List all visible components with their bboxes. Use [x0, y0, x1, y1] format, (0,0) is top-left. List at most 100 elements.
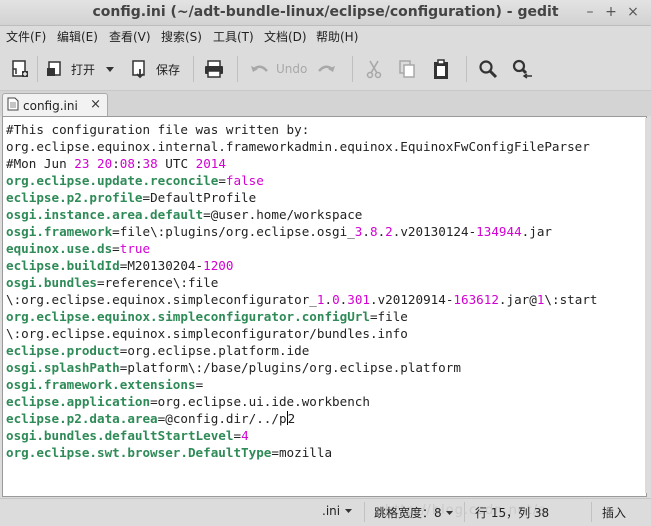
- find-replace-button[interactable]: [511, 56, 533, 82]
- number-token: 4: [241, 428, 249, 443]
- menu-search[interactable]: 搜索(S): [161, 28, 202, 45]
- code-line[interactable]: equinox.use.ds=true: [6, 240, 598, 257]
- search-replace-icon: [511, 59, 533, 79]
- undo-button[interactable]: Undo: [250, 56, 307, 82]
- text-token: .: [362, 224, 370, 239]
- text-token: =org.eclipse.ui.ide.workbench: [150, 394, 370, 409]
- find-button[interactable]: [478, 56, 498, 82]
- tab-close-icon[interactable]: ×: [90, 97, 101, 112]
- editor-content[interactable]: #This configuration file was written by:…: [6, 121, 598, 461]
- text-token: =platform\:/base/plugins/org.eclipse.pla…: [119, 360, 461, 375]
- text-token: org.eclipse.equinox.internal.frameworkad…: [6, 139, 590, 154]
- title-bar[interactable]: config.ini (~/adt-bundle-linux/eclipse/c…: [0, 0, 651, 26]
- text-token: .jar: [521, 224, 553, 239]
- text-token: =: [233, 428, 242, 443]
- config-key: osgi.splashPath: [6, 360, 120, 375]
- number-token: 08: [119, 156, 135, 171]
- text-token: =: [218, 173, 226, 188]
- status-separator: [464, 502, 465, 522]
- config-key: equinox.use.ds: [6, 241, 113, 256]
- config-key: eclipse.application: [6, 394, 151, 409]
- code-line[interactable]: osgi.bundles.defaultStartLevel=4: [6, 427, 598, 444]
- menu-tools[interactable]: 工具(T): [213, 28, 254, 45]
- code-line[interactable]: osgi.instance.area.default=@user.home/wo…: [6, 206, 598, 223]
- printer-icon: [203, 59, 225, 79]
- close-window-button[interactable]: ×: [624, 3, 642, 21]
- copy-button[interactable]: [398, 56, 416, 82]
- cut-button[interactable]: [365, 56, 383, 82]
- config-key: eclipse.product: [6, 343, 120, 358]
- text-token: :: [134, 156, 143, 171]
- print-button[interactable]: [203, 56, 225, 82]
- number-token: true: [119, 241, 151, 256]
- save-button[interactable]: 保存: [130, 56, 180, 82]
- code-line[interactable]: osgi.splashPath=platform\:/base/plugins/…: [6, 359, 598, 376]
- text-token: UTC: [157, 156, 196, 171]
- code-line[interactable]: eclipse.p2.data.area=@config.dir/../p2: [6, 410, 598, 427]
- language-label: .ini: [322, 504, 341, 518]
- number-token: 134944: [476, 224, 522, 239]
- code-line[interactable]: eclipse.application=org.eclipse.ui.ide.w…: [6, 393, 598, 410]
- menu-help[interactable]: 帮助(H): [316, 28, 358, 45]
- code-line[interactable]: org.eclipse.equinox.internal.frameworkad…: [6, 138, 598, 155]
- text-token: .v20130124-: [392, 224, 477, 239]
- code-line[interactable]: \:org.eclipse.equinox.simpleconfigurator…: [6, 325, 598, 342]
- text-token: #Mon Jun: [6, 156, 75, 171]
- code-line[interactable]: \:org.eclipse.equinox.simpleconfigurator…: [6, 291, 598, 308]
- code-line[interactable]: #This configuration file was written by:: [6, 121, 598, 138]
- language-selector[interactable]: .ini: [322, 504, 353, 518]
- text-token: \:org.eclipse.equinox.simpleconfigurator…: [6, 292, 317, 307]
- code-line[interactable]: eclipse.buildId=M20130204-1200: [6, 257, 598, 274]
- open-label: 打开: [71, 62, 96, 77]
- code-line[interactable]: eclipse.product=org.eclipse.platform.ide: [6, 342, 598, 359]
- code-line[interactable]: org.eclipse.update.reconcile=false: [6, 172, 598, 189]
- maximize-button[interactable]: +: [602, 3, 620, 21]
- minimize-button[interactable]: –: [581, 3, 599, 21]
- text-token: =reference\:file: [97, 275, 219, 290]
- tab-width-label: 跳格宽度：8: [374, 506, 442, 520]
- code-line[interactable]: eclipse.p2.profile=DefaultProfile: [6, 189, 598, 206]
- menu-file[interactable]: 文件(F): [6, 28, 46, 45]
- number-token: 1200: [203, 258, 234, 273]
- config-key: eclipse.p2.data.area: [6, 411, 158, 426]
- status-separator: [364, 502, 365, 522]
- search-icon: [478, 59, 498, 79]
- menu-view[interactable]: 查看(V): [109, 28, 151, 45]
- number-token: 20: [97, 156, 113, 171]
- toolbar-separator: [352, 56, 353, 82]
- tab-config-ini[interactable]: config.ini ×: [2, 93, 108, 117]
- code-line[interactable]: #Mon Jun 23 20:08:38 UTC 2014: [6, 155, 598, 172]
- config-key: osgi.bundles: [6, 275, 97, 290]
- config-key: osgi.bundles.defaultStartLevel: [6, 428, 234, 443]
- number-token: 38: [142, 156, 158, 171]
- text-token: =org.eclipse.platform.ide: [119, 343, 310, 358]
- text-token: \:org.eclipse.equinox.simpleconfigurator…: [6, 326, 408, 341]
- tab-label: config.ini: [23, 98, 78, 113]
- chevron-down-icon: [105, 64, 115, 74]
- paste-button[interactable]: [432, 56, 450, 82]
- code-line[interactable]: org.eclipse.swt.browser.DefaultType=mozi…: [6, 444, 598, 461]
- open-button[interactable]: 打开: [45, 56, 95, 82]
- text-token: #This configuration file was written by:: [6, 122, 317, 137]
- config-key: osgi.instance.area.default: [6, 207, 204, 222]
- code-line[interactable]: osgi.bundles=reference\:file: [6, 274, 598, 291]
- vertical-scrollbar[interactable]: [645, 118, 649, 493]
- code-line[interactable]: osgi.framework.extensions=: [6, 376, 598, 393]
- text-token: =mozilla: [271, 445, 333, 460]
- text-token: =M20130204-: [119, 258, 204, 273]
- text-editor[interactable]: #This configuration file was written by:…: [2, 116, 647, 497]
- toolbar: 打开 保存 Undo: [0, 48, 651, 91]
- save-label: 保存: [156, 62, 181, 77]
- code-line[interactable]: osgi.framework=file\:plugins/org.eclipse…: [6, 223, 598, 240]
- copy-icon: [398, 59, 416, 79]
- toolbar-separator: [466, 56, 467, 82]
- recent-files-dropdown[interactable]: [105, 56, 115, 82]
- menu-documents[interactable]: 文档(D): [264, 28, 307, 45]
- code-line[interactable]: org.eclipse.equinox.simpleconfigurator.c…: [6, 308, 598, 325]
- new-document-button[interactable]: [10, 56, 30, 82]
- tab-width-selector[interactable]: 跳格宽度：8: [374, 504, 454, 521]
- redo-button[interactable]: [316, 56, 336, 82]
- document-tab-bar: config.ini ×: [0, 91, 651, 117]
- menu-edit[interactable]: 编辑(E): [57, 28, 98, 45]
- number-token: 23: [74, 156, 90, 171]
